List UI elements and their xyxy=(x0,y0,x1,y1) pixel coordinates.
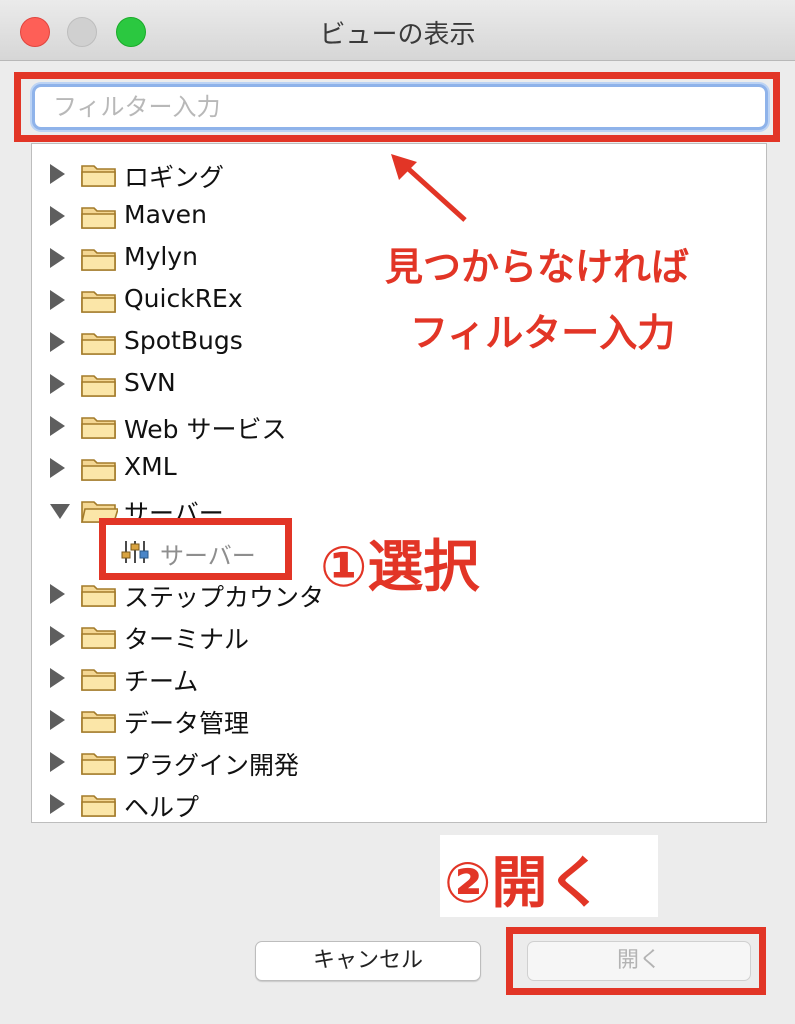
folder-icon xyxy=(81,753,116,775)
tree-item-svn[interactable]: SVN xyxy=(32,364,452,404)
tree-item-web-services[interactable]: Web サービス xyxy=(32,406,452,446)
expand-triangle-icon[interactable] xyxy=(50,290,65,310)
tree-item-label: Web サービス xyxy=(124,415,287,444)
tree-item-data-management[interactable]: データ管理 xyxy=(32,700,452,740)
folder-icon xyxy=(81,291,116,313)
folder-icon xyxy=(81,669,116,691)
tree-item-label: XML xyxy=(124,452,177,481)
tree-item-label: SVN xyxy=(124,368,176,397)
tree-item-label: QuickREx xyxy=(124,284,243,313)
tree-item-terminal[interactable]: ターミナル xyxy=(32,616,452,656)
tree-item-label: SpotBugs xyxy=(124,326,243,355)
annotation-step-open: ②開く xyxy=(444,851,604,916)
arrow-icon xyxy=(391,154,467,222)
cancel-button[interactable]: キャンセル xyxy=(255,941,481,981)
expand-triangle-icon[interactable] xyxy=(50,164,65,184)
annotation-filter-hint-line1: 見つからなければ xyxy=(385,245,690,289)
tree-item-label: ヘルプ xyxy=(124,793,200,822)
tree-item-label: ステップカウンタ xyxy=(124,583,325,612)
tree-item-label: ターミナル xyxy=(124,625,250,654)
tree-item-label: ロギング xyxy=(124,163,225,192)
annotation-step-select: ①選択 xyxy=(320,535,480,600)
expand-triangle-icon[interactable] xyxy=(50,584,65,604)
tree-item-plugin-development[interactable]: プラグイン開発 xyxy=(32,742,452,782)
tree-item-label: チーム xyxy=(124,667,199,696)
window-title: ビューの表示 xyxy=(319,20,476,50)
tree-item-label: データ管理 xyxy=(124,709,250,738)
tree-item-spotbugs[interactable]: SpotBugs xyxy=(32,322,452,362)
expand-triangle-icon[interactable] xyxy=(50,458,65,478)
tree-item-label: Maven xyxy=(124,200,207,229)
expand-triangle-icon[interactable] xyxy=(50,416,65,436)
folder-icon xyxy=(81,333,116,355)
folder-icon xyxy=(81,585,116,607)
tree-item-xml[interactable]: XML xyxy=(32,448,452,488)
expand-triangle-icon[interactable] xyxy=(50,752,65,772)
expand-triangle-icon[interactable] xyxy=(50,332,65,352)
expand-triangle-icon[interactable] xyxy=(50,374,65,394)
folder-icon xyxy=(81,417,116,439)
annotation-filter-hint-line2: フィルター入力 xyxy=(410,311,676,355)
collapse-triangle-icon[interactable] xyxy=(50,504,70,519)
folder-icon xyxy=(81,627,116,649)
expand-triangle-icon[interactable] xyxy=(50,248,65,268)
tree-item-team[interactable]: チーム xyxy=(32,658,452,698)
tree-item-help[interactable]: ヘルプ xyxy=(32,784,452,822)
folder-icon xyxy=(81,459,116,481)
folder-icon xyxy=(81,207,116,229)
folder-icon xyxy=(81,249,116,271)
folder-icon xyxy=(81,375,116,397)
tree-item-label: Mylyn xyxy=(124,242,198,271)
folder-icon xyxy=(81,795,116,817)
tree-item-label: プラグイン開発 xyxy=(124,751,300,780)
expand-triangle-icon[interactable] xyxy=(50,710,65,730)
folder-icon xyxy=(81,165,116,187)
expand-triangle-icon[interactable] xyxy=(50,668,65,688)
folder-icon xyxy=(81,711,116,733)
expand-triangle-icon[interactable] xyxy=(50,206,65,226)
filter-highlight-box xyxy=(14,72,780,142)
expand-triangle-icon[interactable] xyxy=(50,626,65,646)
title-bar: ビューの表示 xyxy=(0,0,795,61)
open-highlight-box xyxy=(506,927,766,995)
expand-triangle-icon[interactable] xyxy=(50,794,65,814)
select-highlight-box xyxy=(99,518,292,580)
